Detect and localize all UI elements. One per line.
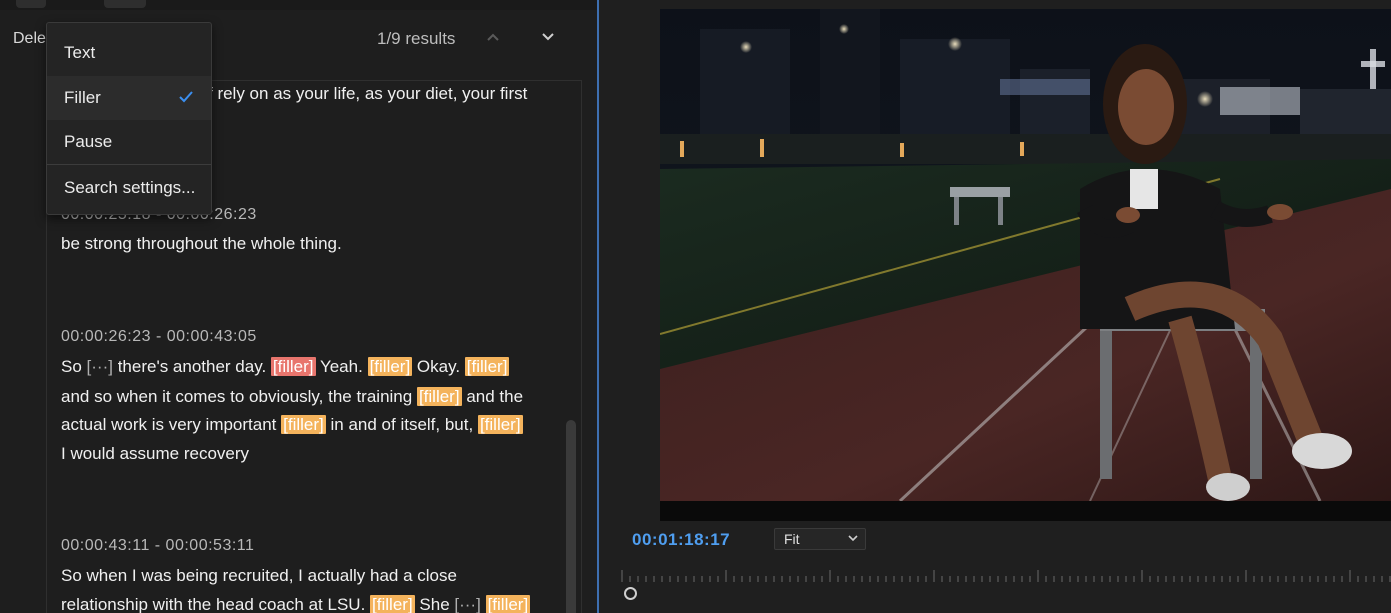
- filler-tag[interactable]: [filler]: [367, 357, 413, 376]
- segment-timestamp[interactable]: 00:00:26:23 - 00:00:43:05: [61, 328, 257, 346]
- menu-item-filler[interactable]: Filler: [47, 76, 211, 120]
- zoom-level-value: Fit: [784, 531, 800, 547]
- transcript-line[interactable]: So [···] there's another day. [filler] Y…: [61, 352, 510, 382]
- program-monitor: 00:01:18:17 Fit: [599, 0, 1391, 613]
- transcript-line[interactable]: and so when it comes to obviously, the t…: [61, 382, 523, 412]
- menu-item-pause[interactable]: Pause: [47, 120, 211, 164]
- filler-tag[interactable]: [filler]: [485, 595, 531, 613]
- menu-divider: [47, 164, 211, 165]
- word: and so when it comes to obviously, the t…: [61, 387, 413, 406]
- playhead-timecode[interactable]: 00:01:18:17: [632, 530, 730, 550]
- check-icon: [179, 91, 193, 103]
- transcript-line[interactable]: So when I was being recruited, I actuall…: [61, 561, 457, 591]
- search-results-count: 1/9 results: [377, 29, 456, 48]
- segment-timestamp[interactable]: 00:00:43:11 - 00:00:53:11: [61, 537, 254, 555]
- video-preview[interactable]: [660, 9, 1391, 501]
- time-ruler[interactable]: [621, 568, 1391, 582]
- filler-tag[interactable]: [filler]: [464, 357, 510, 376]
- word: So: [61, 357, 82, 376]
- chevron-down-icon: [542, 33, 554, 41]
- video-frame-image: [660, 9, 1391, 501]
- playhead-handle[interactable]: [624, 587, 637, 600]
- pause-marker[interactable]: [···]: [454, 595, 480, 613]
- transcript-editor-app: Dele 1/9 results f rely on as your life,…: [0, 0, 1391, 613]
- panel-tab[interactable]: [16, 0, 46, 8]
- pause-marker[interactable]: [···]: [87, 357, 113, 376]
- previous-result-button[interactable]: [482, 26, 504, 48]
- transcript-line[interactable]: be strong throughout the whole thing.: [61, 229, 342, 259]
- transcript-scrollbar[interactable]: [566, 420, 576, 613]
- menu-item-label: Filler: [64, 88, 101, 107]
- word: Okay.: [416, 357, 461, 376]
- chevron-down-icon: [848, 535, 858, 542]
- zoom-level-select[interactable]: Fit: [774, 528, 866, 550]
- panel-tab-strip: [0, 0, 597, 10]
- menu-item-label: Pause: [64, 132, 113, 151]
- filler-tag[interactable]: [filler]: [281, 415, 326, 434]
- word: and the: [466, 387, 524, 406]
- word: relationship with the head coach at LSU.: [61, 595, 366, 613]
- transcript-line[interactable]: relationship with the head coach at LSU.…: [61, 590, 531, 613]
- chevron-up-icon: [487, 33, 499, 41]
- panel-tab[interactable]: [104, 0, 146, 8]
- transcript-line[interactable]: I would assume recovery: [61, 439, 249, 469]
- transcript-line[interactable]: actual work is very important [filler] i…: [61, 410, 523, 440]
- next-result-button[interactable]: [537, 26, 559, 48]
- menu-item-label: Text: [64, 43, 96, 62]
- menu-item-label: Search settings...: [64, 178, 196, 197]
- word: in and of itself, but,: [330, 415, 474, 434]
- word: there's another day.: [117, 357, 267, 376]
- transcript-panel: Dele 1/9 results f rely on as your life,…: [0, 0, 597, 613]
- video-letterbox: [660, 501, 1391, 521]
- filler-tag[interactable]: [filler]: [477, 415, 523, 434]
- filler-tag-active[interactable]: [filler]: [270, 357, 316, 376]
- word: She: [419, 595, 450, 613]
- filler-tag[interactable]: [filler]: [370, 595, 415, 613]
- word: Yeah.: [319, 357, 363, 376]
- menu-item-text[interactable]: Text: [47, 31, 211, 75]
- word: actual work is very important: [61, 415, 277, 434]
- delete-button-label[interactable]: Dele: [13, 30, 46, 48]
- filler-tag[interactable]: [filler]: [416, 387, 462, 406]
- search-type-menu: Text Filler Pause Search settings...: [46, 22, 212, 215]
- transcript-line: f rely on as your life, as your diet, yo…: [208, 84, 528, 103]
- menu-item-search-settings[interactable]: Search settings...: [47, 166, 211, 210]
